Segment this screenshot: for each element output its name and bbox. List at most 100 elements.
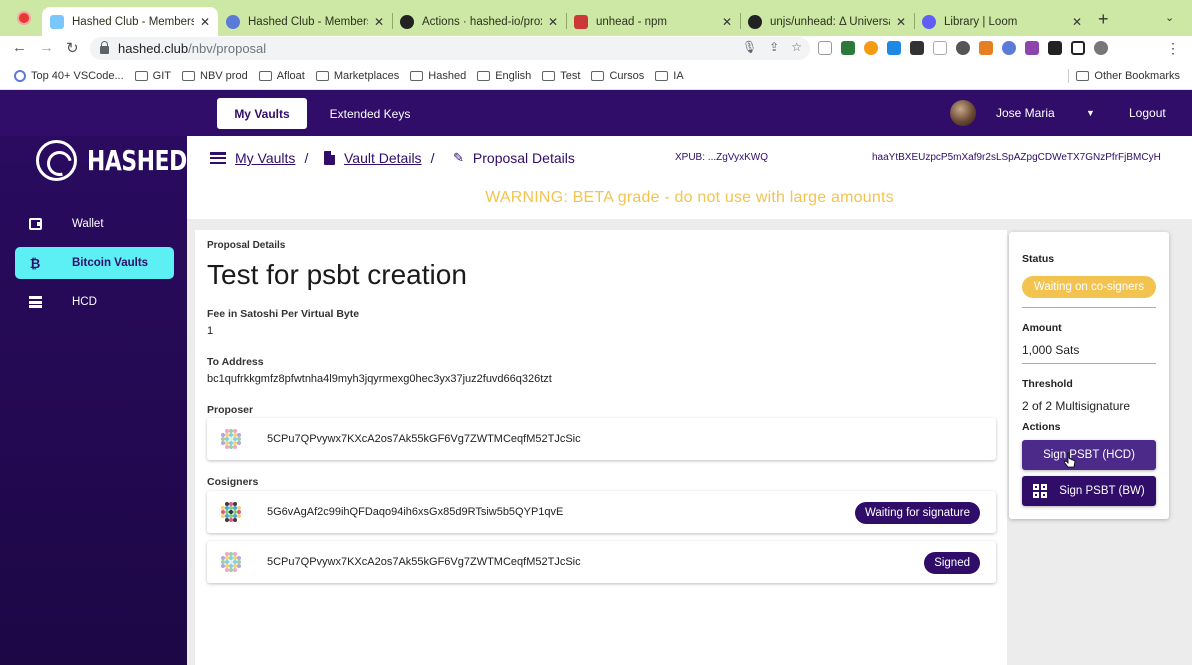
to-address-label: To Address xyxy=(207,356,264,368)
sidebar-item-label: HCD xyxy=(72,296,97,308)
sign-psbt-hcd-button[interactable]: Sign PSBT (HCD) xyxy=(1022,440,1156,470)
breadcrumb-separator: / xyxy=(430,150,435,166)
breadcrumb-proposal-details: ✎ Proposal Details xyxy=(453,150,575,166)
identicon-icon xyxy=(221,552,241,572)
to-address-value: bc1qufrkkgmfz8pfwtnha4l9myh3jqyrmexg0hec… xyxy=(207,373,552,385)
status-label: Status xyxy=(1022,253,1055,265)
extension-icon[interactable] xyxy=(910,41,924,55)
threshold-label: Threshold xyxy=(1022,378,1073,390)
bookmark-star-icon[interactable]: ☆ xyxy=(791,40,802,54)
browser-tab-4[interactable]: unjs/unhead: Δ Universal ✕ xyxy=(740,7,914,36)
tab-my-vaults[interactable]: My Vaults xyxy=(217,98,307,129)
microphone-icon[interactable]: 🎙 xyxy=(742,40,757,54)
close-tab-icon[interactable]: ✕ xyxy=(548,15,558,29)
document-icon xyxy=(324,151,335,165)
tab-search-chevron-icon[interactable]: ⌄ xyxy=(1165,11,1174,24)
threshold-value: 2 of 2 Multisignature xyxy=(1022,399,1131,413)
bookmark-label: Other Bookmarks xyxy=(1094,70,1180,82)
share-icon[interactable]: ⇪ xyxy=(769,40,779,54)
tab-title: Hashed Club - Members C xyxy=(72,15,194,28)
bookmark-folder[interactable]: Cursos xyxy=(591,70,644,82)
extension-icon[interactable] xyxy=(1002,41,1016,55)
bookmark-folder[interactable]: Hashed xyxy=(410,70,466,82)
close-tab-icon[interactable]: ✕ xyxy=(374,15,384,29)
tab-extended-keys[interactable]: Extended Keys xyxy=(320,98,420,129)
extension-icon[interactable] xyxy=(956,41,970,55)
address-bar[interactable]: hashed.club/nbv/proposal 🎙 ⇪ ☆ xyxy=(90,37,810,60)
cosigner-row: 5G6vAgAf2c99ihQFDaqo94ih6xsGx85d9RTsiw5b… xyxy=(207,491,996,533)
bitcoin-icon: ₿ xyxy=(29,255,41,271)
bookmark-label: GIT xyxy=(152,69,171,82)
folder-icon xyxy=(655,70,669,81)
close-tab-icon[interactable]: ✕ xyxy=(896,15,906,29)
bookmark-folder[interactable]: Marketplaces xyxy=(315,70,399,82)
new-tab-icon[interactable]: + xyxy=(1098,9,1109,30)
folder-icon xyxy=(258,70,272,81)
bookmark-folder[interactable]: Test xyxy=(542,70,580,82)
reload-icon[interactable]: ↻ xyxy=(66,39,79,57)
other-bookmarks[interactable]: Other Bookmarks xyxy=(1076,70,1180,82)
breadcrumb-link[interactable]: My Vaults xyxy=(235,150,295,166)
close-tab-icon[interactable]: ✕ xyxy=(1072,15,1082,29)
side-panel-icon[interactable] xyxy=(1071,41,1085,55)
extension-icon[interactable] xyxy=(979,41,993,55)
browser-tab-3[interactable]: unhead - npm ✕ xyxy=(566,7,740,36)
breadcrumb-vault-details[interactable]: Vault Details / xyxy=(324,150,434,166)
extension-icon[interactable] xyxy=(887,41,901,55)
bookmark-folder[interactable]: NBV prod xyxy=(182,70,248,82)
bookmark-label: Test xyxy=(560,69,581,82)
profile-icon[interactable] xyxy=(1094,41,1108,55)
lock-icon xyxy=(100,40,109,54)
extension-icon[interactable] xyxy=(1025,41,1039,55)
sidebar-item-bitcoin-vaults[interactable]: ₿ Bitcoin Vaults xyxy=(15,247,174,279)
back-arrow-icon[interactable]: ← xyxy=(12,39,27,56)
bookmark-folder[interactable]: GIT xyxy=(134,69,171,82)
beta-warning: WARNING: BETA grade - do not use with la… xyxy=(485,189,894,206)
browser-tab-5[interactable]: Library | Loom ✕ xyxy=(914,7,1090,36)
bookmark-folder[interactable]: IA xyxy=(655,69,684,82)
fee-value: 1 xyxy=(207,325,214,337)
bookmarks-bar: Top 40+ VSCode... GIT NBV prod Afloat Ma… xyxy=(0,62,1192,90)
fee-label: Fee in Satoshi Per Virtual Byte xyxy=(207,308,360,320)
puzzle-icon[interactable] xyxy=(1048,41,1062,55)
forward-arrow-icon[interactable]: → xyxy=(39,39,54,56)
logout-button[interactable]: Logout xyxy=(1129,106,1166,120)
gear-favicon-icon xyxy=(226,14,240,29)
folder-icon xyxy=(477,70,491,81)
bookmark-item[interactable]: Top 40+ VSCode... xyxy=(14,69,124,82)
bookmark-label: IA xyxy=(673,69,684,82)
folder-icon xyxy=(182,70,195,81)
close-tab-icon[interactable]: ✕ xyxy=(200,15,210,29)
wallet-icon xyxy=(28,217,42,231)
browser-tab-0[interactable]: Hashed Club - Members C ✕ xyxy=(42,7,218,36)
more-options-icon[interactable]: ⋮ xyxy=(1166,40,1180,57)
extension-icon[interactable] xyxy=(864,41,878,55)
bookmark-label: Top 40+ VSCode... xyxy=(31,69,124,82)
extension-icon[interactable] xyxy=(818,41,832,55)
extension-icon[interactable] xyxy=(933,41,947,55)
folder-icon xyxy=(410,70,424,81)
sign-psbt-bw-button[interactable]: Sign PSBT (BW) xyxy=(1022,476,1156,506)
sidebar-item-wallet[interactable]: Wallet xyxy=(15,208,174,240)
breadcrumb-my-vaults[interactable]: My Vaults / xyxy=(210,150,308,166)
chevron-down-icon[interactable]: ▼ xyxy=(1086,108,1095,118)
breadcrumb-link[interactable]: Vault Details xyxy=(344,150,422,166)
avatar[interactable] xyxy=(950,100,976,126)
cosigner-address: 5G6vAgAf2c99ihQFDaqo94ih6xsGx85d9RTsiw5b… xyxy=(267,506,564,518)
user-name[interactable]: Jose Maria xyxy=(996,106,1055,120)
url-host: hashed.club xyxy=(118,41,189,56)
storage-icon xyxy=(28,295,42,309)
github-icon xyxy=(748,14,762,29)
close-tab-icon[interactable]: ✕ xyxy=(722,15,732,29)
tab-title: unhead - npm xyxy=(596,15,667,28)
sidebar-item-hcd[interactable]: HCD xyxy=(15,286,174,318)
bookmark-folder[interactable]: English xyxy=(477,70,531,82)
proposer-row: 5CPu7QPvywx7KXcA2os7Ak55kGF6Vg7ZWTMCeqfM… xyxy=(207,418,996,460)
browser-tab-2[interactable]: Actions · hashed-io/proxy ✕ xyxy=(392,7,566,36)
bookmark-folder[interactable]: Afloat xyxy=(258,70,305,82)
browser-tab-1[interactable]: Hashed Club - Members C ✕ xyxy=(218,7,392,36)
button-label: Sign PSBT (HCD) xyxy=(1043,449,1135,461)
extension-icon[interactable] xyxy=(841,41,855,55)
proposal-icon: ✎ xyxy=(453,150,464,165)
section-label: Proposal Details xyxy=(207,240,286,251)
